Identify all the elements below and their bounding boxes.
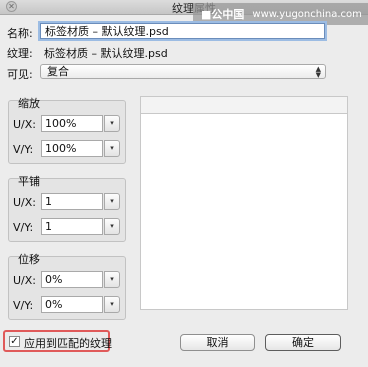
name-input[interactable]: 标签材质 – 默认纹理.psd [40,23,325,39]
tile-vy-combo: 1 ▾ [41,218,120,235]
scale-vy-label: V/Y: [13,143,34,156]
dropdown-arrow-icon[interactable]: ▾ [104,140,120,157]
offset-vy-label: V/Y: [13,299,34,312]
name-label: 名称: [7,27,33,40]
offset-ux-combo: 0% ▾ [41,271,120,288]
texture-preview-header [140,96,348,114]
scale-group-title: 缩放 [18,97,40,110]
offset-vy-input[interactable]: 0% [41,296,103,313]
watermark-url: www.yugonchina.com [252,8,362,20]
close-icon[interactable]: ✕ [6,1,17,12]
select-arrows-icon: ▲ ▼ [315,65,321,79]
dropdown-arrow-icon[interactable]: ▾ [104,271,120,288]
offset-ux-label: U/X: [13,274,36,287]
dropdown-arrow-icon[interactable]: ▾ [104,296,120,313]
apply-to-matching-checkbox[interactable]: ✓ [9,336,20,347]
watermark-banner: ■公中国 www.yugonchina.com [193,3,368,25]
visible-select-value: 复合 [47,65,69,78]
scale-vy-combo: 100% ▾ [41,140,120,157]
cancel-button[interactable]: 取消 [180,334,255,351]
dropdown-arrow-icon[interactable]: ▾ [104,193,120,210]
dropdown-arrow-icon[interactable]: ▾ [104,115,120,132]
visible-select[interactable]: 复合 ▲ ▼ [40,64,326,79]
tile-group-title: 平铺 [18,175,40,188]
offset-group-title: 位移 [18,253,40,266]
tile-vy-input[interactable]: 1 [41,218,103,235]
scale-ux-combo: 100% ▾ [41,115,120,132]
scale-vy-input[interactable]: 100% [41,140,103,157]
dropdown-arrow-icon[interactable]: ▾ [104,218,120,235]
texture-properties-dialog: ✕ 纹理属性 ■公中国 www.yugonchina.com 名称: 标签材质 … [0,0,368,367]
apply-to-matching-label[interactable]: 应用到匹配的纹理 [24,335,112,351]
offset-vy-combo: 0% ▾ [41,296,120,313]
watermark-logo: ■公中国 [201,8,245,21]
tile-ux-label: U/X: [13,196,36,209]
tile-ux-combo: 1 ▾ [41,193,120,210]
texture-label: 纹理: [7,47,33,60]
tile-ux-input[interactable]: 1 [41,193,103,210]
texture-value: 标签材质 – 默认纹理.psd [44,47,168,60]
apply-to-matching-highlight: ✓ 应用到匹配的纹理 [3,330,112,352]
texture-preview [140,96,348,310]
ok-button[interactable]: 确定 [265,334,341,351]
scale-ux-label: U/X: [13,118,36,131]
scale-ux-input[interactable]: 100% [41,115,103,132]
tile-vy-label: V/Y: [13,221,34,234]
offset-ux-input[interactable]: 0% [41,271,103,288]
visible-label: 可见: [7,68,33,81]
